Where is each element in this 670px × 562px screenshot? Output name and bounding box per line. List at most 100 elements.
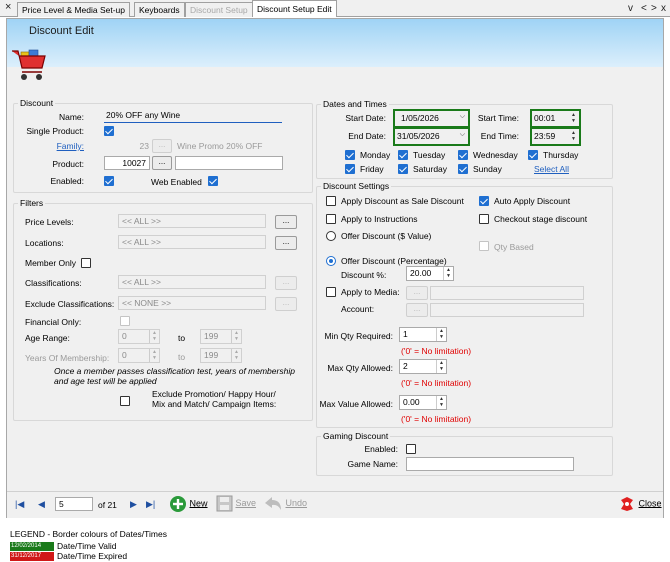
web-enabled-label: Web Enabled bbox=[151, 177, 202, 187]
single-product-checkbox[interactable] bbox=[104, 126, 114, 136]
next-record-icon[interactable]: ▶ bbox=[130, 499, 137, 510]
tab-price-level-media[interactable]: Price Level & Media Set-up bbox=[17, 2, 130, 17]
save-button[interactable]: Save bbox=[216, 495, 256, 512]
price-levels-button[interactable]: ... bbox=[275, 215, 297, 229]
apply-media-checkbox[interactable] bbox=[326, 287, 336, 297]
expired-legend-label: Date/Time Expired bbox=[57, 551, 128, 561]
header-banner bbox=[7, 19, 663, 67]
end-time-picker[interactable]: 23:59 ▲ ▼ bbox=[530, 127, 581, 146]
age-to-spinner[interactable]: 199 ▲ ▼ bbox=[200, 329, 242, 344]
select-all-link[interactable]: Select All bbox=[534, 164, 569, 175]
dates-times-group-title: Dates and Times bbox=[321, 99, 389, 109]
financial-only-label: Financial Only: bbox=[25, 317, 82, 327]
max-qty-value: 2 bbox=[403, 361, 408, 371]
monday-checkbox[interactable] bbox=[345, 150, 355, 160]
family-lookup-button[interactable]: ... bbox=[152, 139, 172, 153]
media-lookup-button[interactable]: ... bbox=[406, 286, 428, 300]
auto-apply-discount-checkbox[interactable] bbox=[479, 196, 489, 206]
saturday-checkbox[interactable] bbox=[398, 164, 408, 174]
product-input[interactable]: 10027 bbox=[104, 156, 150, 170]
tab-scroll-right-icon[interactable]: > bbox=[651, 3, 657, 14]
tab-keyboards[interactable]: Keyboards bbox=[134, 2, 185, 17]
spinner-arrows-icon[interactable]: ▲ ▼ bbox=[436, 328, 446, 341]
discount-pct-spinner[interactable]: 20.00 ▲ ▼ bbox=[406, 266, 454, 281]
tab-list-dropdown-icon[interactable]: v bbox=[628, 3, 633, 14]
close-button[interactable]: Close bbox=[618, 495, 662, 513]
tuesday-checkbox[interactable] bbox=[398, 150, 408, 160]
first-record-icon[interactable]: |◀ bbox=[15, 499, 24, 510]
sunday-checkbox[interactable] bbox=[458, 164, 468, 174]
min-qty-spinner[interactable]: 1 ▲ ▼ bbox=[399, 327, 447, 342]
years-to-spinner[interactable]: 199 ▲ ▼ bbox=[200, 348, 242, 363]
spinner-arrows-icon[interactable]: ▲ ▼ bbox=[149, 349, 159, 362]
spinner-arrows-icon[interactable]: ▲ ▼ bbox=[436, 360, 446, 373]
max-qty-spinner[interactable]: 2 ▲ ▼ bbox=[399, 359, 447, 374]
enabled-checkbox[interactable] bbox=[104, 176, 114, 186]
spinner-arrows-icon[interactable]: ▲ ▼ bbox=[571, 112, 576, 124]
offer-percent-radio[interactable] bbox=[326, 256, 336, 266]
tab-discount-setup-edit[interactable]: Discount Setup Edit bbox=[252, 0, 337, 17]
game-name-label: Game Name: bbox=[347, 459, 398, 469]
tab-scroll-left-icon[interactable]: < bbox=[641, 3, 647, 14]
page-title: Discount Edit bbox=[29, 25, 94, 37]
friday-checkbox[interactable] bbox=[345, 164, 355, 174]
offer-dollar-radio[interactable] bbox=[326, 231, 336, 241]
checkout-stage-checkbox[interactable] bbox=[479, 214, 489, 224]
start-date-label: Start Date: bbox=[345, 113, 386, 123]
gaming-enabled-checkbox[interactable] bbox=[406, 444, 416, 454]
end-date-value: 31/05/2026 bbox=[397, 131, 440, 141]
apply-sale-discount-label: Apply Discount as Sale Discount bbox=[341, 196, 464, 206]
product-lookup-button[interactable]: ... bbox=[152, 156, 172, 170]
account-lookup-button[interactable]: ... bbox=[406, 303, 428, 317]
tab-discount-setup[interactable]: Discount Setup bbox=[185, 2, 253, 17]
spinner-arrows-icon[interactable]: ▲ ▼ bbox=[571, 130, 576, 142]
family-number: 23 bbox=[139, 141, 149, 151]
member-only-label: Member Only bbox=[25, 258, 77, 268]
undo-button[interactable]: Undo bbox=[263, 495, 307, 512]
years-to-value: 199 bbox=[204, 350, 219, 360]
exclude-promotion-checkbox[interactable] bbox=[120, 396, 130, 406]
chevron-down-icon[interactable]: ⌵ bbox=[460, 131, 465, 139]
web-enabled-checkbox[interactable] bbox=[208, 176, 218, 186]
spinner-arrows-icon[interactable]: ▲ ▼ bbox=[436, 396, 446, 409]
new-button[interactable]: New bbox=[169, 495, 208, 513]
exclude-classifications-button[interactable]: ... bbox=[275, 297, 297, 311]
end-date-picker[interactable]: 31/05/2026 ⌵ bbox=[393, 127, 470, 146]
discount-name-input[interactable]: 20% OFF any Wine bbox=[104, 109, 282, 123]
spinner-arrows-icon[interactable]: ▲ ▼ bbox=[231, 330, 241, 343]
age-from-spinner[interactable]: 0 ▲ ▼ bbox=[118, 329, 160, 344]
close-tab-icon[interactable]: × bbox=[5, 1, 11, 13]
locations-button[interactable]: ... bbox=[275, 236, 297, 250]
game-name-input[interactable] bbox=[406, 457, 574, 471]
max-value-label: Max Value Allowed: bbox=[319, 399, 393, 409]
end-date-label: End Date: bbox=[348, 131, 386, 141]
qty-based-checkbox[interactable] bbox=[479, 241, 489, 251]
spinner-arrows-icon[interactable]: ▲ ▼ bbox=[149, 330, 159, 343]
price-levels-field: << ALL >> bbox=[118, 214, 266, 228]
family-link[interactable]: Family: bbox=[20, 141, 84, 152]
spinner-arrows-icon[interactable]: ▲ ▼ bbox=[231, 349, 241, 362]
wednesday-checkbox[interactable] bbox=[458, 150, 468, 160]
age-from-value: 0 bbox=[122, 331, 127, 341]
financial-only-checkbox[interactable] bbox=[120, 316, 130, 326]
start-time-picker[interactable]: 00:01 ▲ ▼ bbox=[530, 109, 581, 128]
apply-sale-discount-checkbox[interactable] bbox=[326, 196, 336, 206]
previous-record-icon[interactable]: ◀ bbox=[38, 499, 45, 510]
classifications-button[interactable]: ... bbox=[275, 276, 297, 290]
years-from-spinner[interactable]: 0 ▲ ▼ bbox=[118, 348, 160, 363]
member-only-checkbox[interactable] bbox=[81, 258, 91, 268]
chevron-down-icon[interactable]: ⌵ bbox=[460, 113, 465, 121]
last-record-icon[interactable]: ▶| bbox=[146, 499, 155, 510]
apply-instructions-checkbox[interactable] bbox=[326, 214, 336, 224]
account-field bbox=[430, 303, 584, 317]
max-value-spinner[interactable]: 0.00 ▲ ▼ bbox=[399, 395, 447, 410]
undo-arrow-icon bbox=[265, 497, 281, 510]
tab-close-icon[interactable]: x bbox=[661, 3, 666, 14]
thursday-checkbox[interactable] bbox=[528, 150, 538, 160]
family-link-text[interactable]: Family: bbox=[57, 141, 84, 151]
page-number-input[interactable]: 5 bbox=[55, 497, 93, 511]
exclude-promotion-label: Exclude Promotion/ Happy Hour/ Mix and M… bbox=[152, 389, 277, 409]
max-qty-hint: ('0' = No limitation) bbox=[401, 378, 472, 388]
start-date-picker[interactable]: 1/05/2026 ⌵ bbox=[393, 109, 470, 128]
spinner-arrows-icon[interactable]: ▲ ▼ bbox=[443, 267, 453, 280]
